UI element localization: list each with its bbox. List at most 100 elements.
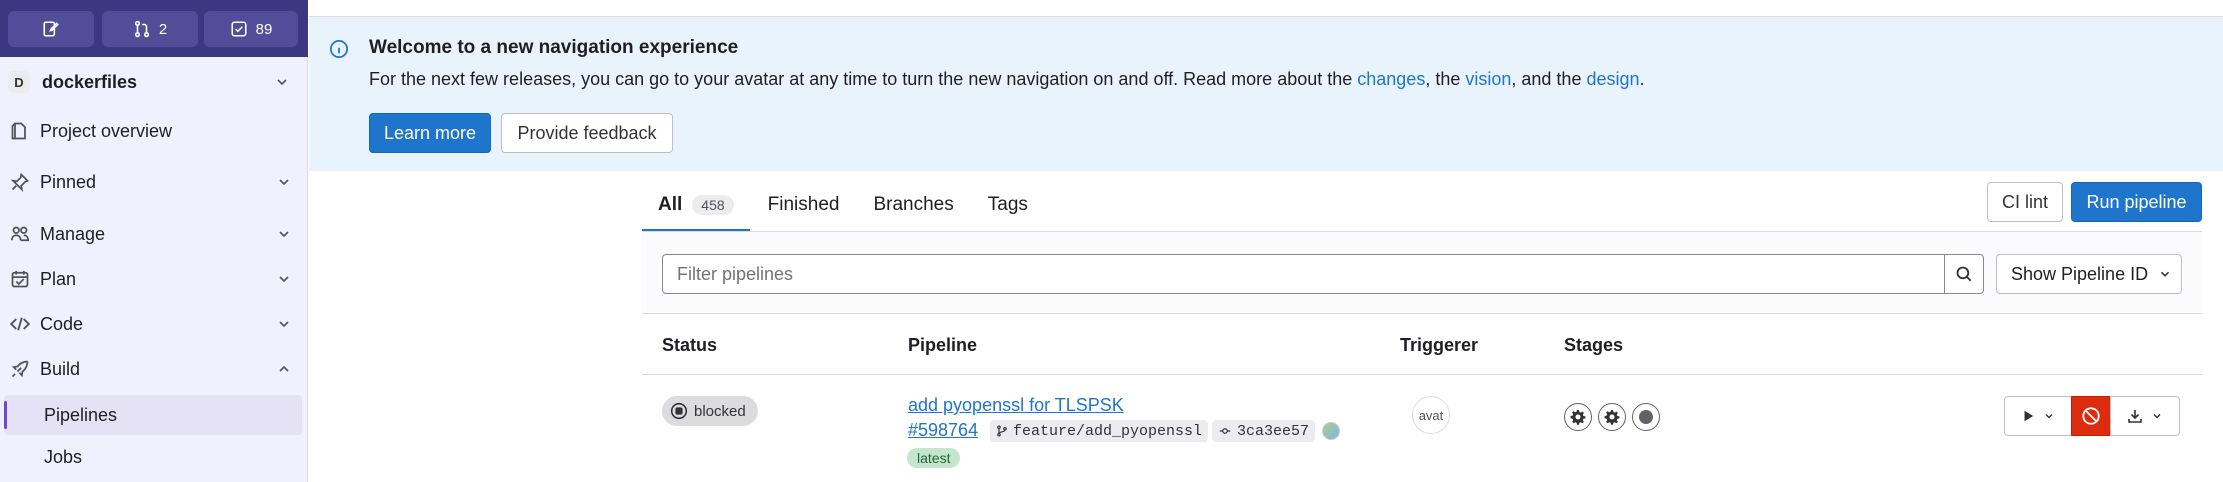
sidebar-item-pinned[interactable]: Pinned	[4, 162, 302, 202]
commit-author-avatar[interactable]	[1322, 422, 1340, 440]
status-badge[interactable]: blocked	[662, 396, 758, 426]
table-row: blocked add pyopenssl for TLSPSK #598764…	[642, 376, 2202, 482]
search-button[interactable]	[1944, 254, 1984, 294]
dropdown-label: Show Pipeline ID	[2011, 263, 2149, 284]
tab-all[interactable]: All 458	[642, 178, 750, 232]
pipeline-id-link[interactable]: #598764	[908, 420, 978, 441]
provide-feedback-button[interactable]: Provide feedback	[501, 113, 673, 153]
tab-finished[interactable]: Finished	[752, 178, 856, 232]
filter-bar: Filter pipelines Show Pipeline ID	[642, 232, 2202, 314]
sidebar-item-code[interactable]: Code	[4, 304, 302, 344]
triggerer-avatar[interactable]: avat	[1412, 396, 1450, 434]
search-icon	[1956, 266, 1972, 282]
tab-label: Finished	[767, 194, 840, 215]
sidebar-top-buttons: 2 89	[0, 0, 308, 57]
merge-requests-button[interactable]: 2	[102, 11, 198, 47]
show-pipeline-id-dropdown[interactable]: Show Pipeline ID	[1996, 254, 2182, 294]
sidebar-item-plan[interactable]: Plan	[4, 259, 302, 299]
chevron-down-icon	[2045, 414, 2053, 419]
tab-tags[interactable]: Tags	[972, 178, 1044, 232]
download-artifacts-dropdown[interactable]	[2110, 396, 2180, 436]
tab-label: All	[658, 194, 683, 215]
stage-manual-icon[interactable]	[1598, 403, 1626, 431]
gear-icon	[1570, 410, 1586, 425]
latest-badge: latest	[907, 448, 961, 468]
todos-button[interactable]: 89	[204, 11, 298, 47]
table-header: Status Pipeline Triggerer Stages	[642, 315, 2202, 375]
issues-icon	[43, 21, 59, 37]
status-blocked-icon	[670, 402, 688, 420]
banner-text-part: , the	[1425, 69, 1466, 89]
branch-name: feature/add_pyopenssl	[1013, 422, 1203, 440]
sidebar-item-label: Project overview	[40, 120, 173, 141]
todo-count: 89	[255, 20, 273, 38]
vision-link[interactable]: vision	[1465, 69, 1511, 89]
stage-skipped-icon[interactable]	[1632, 403, 1660, 431]
filter-pipelines-input[interactable]: Filter pipelines	[662, 254, 1945, 294]
chevron-up-icon	[279, 365, 289, 372]
gear-icon	[1604, 410, 1620, 425]
sidebar-item-label: Build	[40, 358, 81, 379]
sidebar-item-label: Pinned	[40, 171, 97, 192]
thumbtack-icon	[10, 172, 29, 192]
users-icon	[11, 226, 30, 242]
project-name: dockerfiles	[42, 71, 138, 92]
sidebar-item-manage[interactable]: Manage	[4, 214, 302, 254]
chevron-down-icon	[279, 179, 289, 186]
changes-link[interactable]: changes	[1357, 69, 1425, 89]
tab-branches[interactable]: Branches	[857, 178, 969, 232]
issues-button[interactable]	[8, 11, 94, 47]
branch-icon	[997, 425, 1007, 437]
banner-text-part: .	[1639, 69, 1645, 89]
banner-text-part: , and the	[1511, 69, 1587, 89]
navigation-banner: Welcome to a new navigation experience F…	[309, 16, 2223, 171]
header-triggerer: Triggerer	[1400, 335, 1479, 355]
banner-title: Welcome to a new navigation experience	[369, 37, 739, 58]
pipeline-title-link[interactable]: add pyopenssl for TLSPSK	[908, 395, 1124, 416]
project-icon	[11, 122, 26, 140]
todo-icon	[231, 21, 247, 37]
tab-all-count: 458	[692, 195, 734, 215]
chevron-down-icon	[277, 79, 287, 86]
sidebar-item-build[interactable]: Build	[4, 349, 302, 389]
commit-sha: 3ca3ee57	[1237, 422, 1310, 440]
header-pipeline: Pipeline	[908, 335, 978, 355]
branch-chip[interactable]: feature/add_pyopenssl	[990, 420, 1209, 442]
cancel-icon	[2082, 407, 2100, 425]
commit-icon	[1219, 428, 1231, 434]
cancel-pipeline-button[interactable]	[2071, 396, 2111, 436]
tab-label: Tags	[987, 194, 1028, 215]
mr-count: 2	[158, 20, 168, 38]
info-icon	[330, 40, 348, 58]
stage-manual-icon[interactable]	[1564, 403, 1592, 431]
chevron-down-icon	[279, 276, 289, 283]
ci-lint-button[interactable]: CI lint	[1987, 182, 2063, 222]
chevron-down-icon	[2161, 271, 2170, 277]
design-link[interactable]: design	[1586, 69, 1639, 89]
chevron-down-icon	[279, 231, 289, 238]
top-spacer	[309, 0, 2223, 16]
pipeline-tabs: All 458 Finished Branches Tags	[642, 178, 1044, 232]
chevron-down-icon	[279, 321, 289, 328]
code-icon	[10, 317, 30, 331]
sidebar-item-label: Pipelines	[44, 404, 118, 425]
sidebar-item-project-overview[interactable]: Project overview	[4, 111, 302, 151]
download-icon	[2128, 410, 2142, 423]
sidebar-item-label: Manage	[40, 223, 106, 244]
banner-text: For the next few releases, you can go to…	[369, 69, 1645, 90]
sidebar-item-jobs[interactable]: Jobs	[4, 437, 302, 477]
run-pipeline-button[interactable]: Run pipeline	[2071, 182, 2202, 222]
tab-label: Branches	[873, 194, 954, 215]
sidebar-item-label: Code	[40, 313, 84, 334]
sidebar-item-pipelines[interactable]: Pipelines	[4, 395, 302, 435]
commit-chip[interactable]: 3ca3ee57	[1212, 420, 1316, 442]
banner-text-part: For the next few releases, you can go to…	[369, 69, 1358, 89]
sidebar-item-label: Jobs	[44, 446, 83, 467]
sidebar-item-label: Plan	[40, 268, 77, 289]
rocket-icon	[11, 360, 29, 378]
learn-more-button[interactable]: Learn more	[369, 113, 491, 153]
merge-request-icon	[134, 20, 149, 38]
header-stages: Stages	[1564, 335, 1624, 355]
project-switcher[interactable]: D dockerfiles	[8, 66, 300, 98]
manual-actions-dropdown[interactable]	[2004, 396, 2072, 436]
